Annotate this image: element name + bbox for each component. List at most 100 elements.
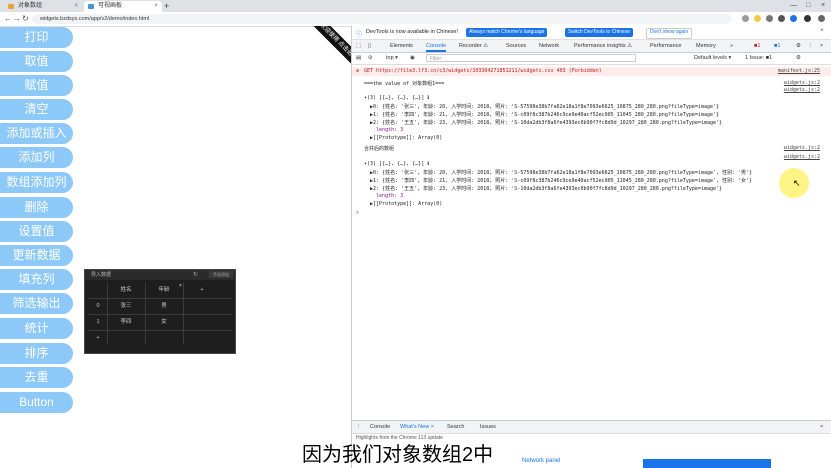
back-icon[interactable]: ← [4, 13, 12, 25]
tab-memory[interactable]: Memory [696, 40, 716, 52]
switch-chinese-button[interactable]: Switch DevTools to Chinese [565, 28, 633, 37]
match-language-button[interactable]: Always match Chrome's language [466, 28, 548, 37]
close-icon[interactable]: × [154, 1, 158, 12]
action-button-4[interactable]: 添加或插入 [0, 123, 73, 144]
minimize-icon[interactable]: — [790, 0, 797, 12]
tab-network[interactable]: Network [539, 40, 559, 52]
gear-icon[interactable]: ⚙ [796, 40, 801, 52]
dont-show-again-button[interactable]: Don't show again [646, 28, 693, 39]
close-icon[interactable]: × [820, 421, 823, 433]
browser-tab-1[interactable]: 对象数组 × [4, 1, 82, 12]
whats-new-link[interactable]: Network panel [522, 458, 560, 464]
action-button-9[interactable]: 更新数据 [0, 245, 73, 266]
eye-icon[interactable]: ◉ [410, 53, 415, 64]
tab-elements[interactable]: Elements [390, 40, 413, 52]
levels-select[interactable]: Default levels ▾ [694, 53, 731, 64]
table-cell[interactable]: 女 [145, 314, 183, 330]
drawer-tab-issues[interactable]: Issues [480, 421, 496, 433]
more-tabs-icon[interactable]: » [730, 40, 733, 52]
column-header[interactable]: 年龄 [145, 282, 183, 298]
action-button-3[interactable]: 清空 [0, 99, 73, 120]
action-button-6[interactable]: 数组添加列 [0, 172, 73, 193]
device-toolbar-icon[interactable]: ▯ [368, 40, 371, 52]
console-prompt[interactable]: > [356, 210, 359, 216]
console-line[interactable]: ▶2: {姓名: '王五', 年龄: 23, 入学时间: 2018, 照片: '… [364, 185, 722, 192]
error-count-badge[interactable]: ■1 [754, 40, 760, 52]
console-line[interactable]: ▶0: {姓名: '张三', 年龄: 20, 入学时间: 2018, 照片: '… [364, 169, 752, 176]
action-button-13[interactable]: 排序 [0, 343, 73, 364]
console-line[interactable]: ▶2: {姓名: '王五', 年龄: 23, 入学时间: 2018, 照片: '… [364, 119, 722, 126]
action-button-10[interactable]: 填充列 [0, 269, 73, 290]
table-cell[interactable]: 李四 [107, 314, 145, 330]
tab-console[interactable]: Console [426, 40, 447, 52]
tab-performance-insights[interactable]: Performance insights ⚠ [574, 40, 632, 52]
tab-performance[interactable]: Performance [650, 40, 682, 52]
action-button-8[interactable]: 设置值 [0, 221, 73, 242]
drawer-tab-console[interactable]: Console [370, 421, 390, 433]
action-button-7[interactable]: 删除 [0, 197, 73, 218]
close-icon[interactable]: × [820, 40, 823, 52]
add-row-button[interactable]: + [89, 330, 107, 346]
puzzle-icon[interactable] [778, 15, 785, 22]
console-line[interactable]: ▶[[Prototype]]: Array(0) [364, 135, 442, 141]
console-line[interactable]: ▾(3) [{…}, {…}, {…}] ℹ [364, 95, 429, 101]
action-button-12[interactable]: 统计 [0, 318, 73, 339]
kebab-menu-icon[interactable]: ⋮ [808, 40, 814, 52]
action-button-11[interactable]: 筛选输出 [0, 293, 73, 314]
issues-badge[interactable]: 1 Issue: ■1 [745, 53, 772, 64]
maximize-icon[interactable]: □ [806, 0, 810, 12]
table-cell[interactable]: 张三 [107, 298, 145, 314]
close-icon[interactable]: × [820, 28, 824, 34]
console-line[interactable]: ▶1: {姓名: '李四', 年龄: 21, 入学时间: 2018, 照片: '… [364, 177, 752, 184]
console-line[interactable]: ▶1: {姓名: '李四', 年龄: 21, 入学时间: 2018, 照片: '… [364, 111, 719, 118]
user-icon[interactable] [804, 15, 811, 22]
issue-count-badge[interactable]: ■1 [774, 40, 780, 52]
action-button-1[interactable]: 取值 [0, 51, 73, 72]
devtools-panel: ⓘ DevTools is now available in Chinese! … [351, 26, 831, 468]
corner-ribbon[interactable]: 欢迎使用 点击进入 [309, 26, 353, 64]
column-header[interactable]: 姓名 [107, 282, 145, 298]
action-button-0[interactable]: 打印 [0, 27, 73, 48]
source-link[interactable]: widgets.js:2 [784, 80, 820, 86]
sidebar-toggle-icon[interactable]: ▤ [356, 53, 361, 64]
action-button-14[interactable]: 去重 [0, 367, 73, 388]
drawer-tab-search[interactable]: Search [447, 421, 464, 433]
profile-avatar[interactable] [790, 15, 797, 22]
browser-tab-2[interactable]: 可视画板 × [84, 1, 162, 12]
url-input[interactable]: widgets.bzdsys.com/app/v2/demo/index.htm… [32, 14, 732, 24]
inspect-icon[interactable]: ⬚ [356, 40, 361, 52]
console-line[interactable]: ▾(3) [{…}, {…}, {…}] ℹ [364, 161, 429, 167]
action-button-2[interactable]: 赋值 [0, 75, 73, 96]
clear-console-icon[interactable]: ⊘ [368, 53, 373, 64]
reload-icon[interactable]: ↻ [22, 13, 29, 25]
close-icon[interactable]: × [74, 1, 78, 12]
source-link[interactable]: widgets.js:2 [784, 87, 820, 93]
new-tab-icon[interactable]: + [164, 0, 169, 12]
action-button-5[interactable]: 添加列 [0, 147, 73, 168]
gear-icon[interactable]: ⚙ [796, 53, 801, 64]
source-link[interactable]: widgets.js:2 [784, 145, 820, 151]
console-line[interactable]: ▶[[Prototype]]: Array(0) [364, 201, 442, 207]
tab-recorder[interactable]: Recorder ⚠ [459, 40, 488, 52]
drawer-tab-whats-new[interactable]: What's New × [400, 421, 434, 433]
console-line[interactable]: ▶0: {姓名: '张三', 年龄: 20, 入学时间: 2018, 照片: '… [364, 103, 719, 110]
star-icon[interactable] [754, 15, 761, 22]
tab-sources[interactable]: Sources [506, 40, 526, 52]
close-icon[interactable]: × [179, 283, 182, 289]
source-link[interactable]: manifest.js:25 [778, 68, 820, 74]
source-link[interactable]: widgets.js:2 [784, 154, 820, 160]
context-select[interactable]: top ▾ [386, 53, 398, 64]
filter-input[interactable]: Filter [426, 54, 636, 62]
devtools-language-infobar: ⓘ DevTools is now available in Chinese! … [352, 26, 831, 40]
forward-icon[interactable]: → [13, 13, 21, 25]
action-button-15[interactable]: Button [0, 392, 73, 413]
table-cell[interactable]: 男 [145, 298, 183, 314]
extension-icon[interactable] [766, 15, 773, 22]
drawer-menu-icon[interactable]: ⋮ [356, 421, 362, 433]
share-icon[interactable] [742, 15, 749, 22]
refresh-icon[interactable]: ↻ [193, 271, 198, 278]
sheet-action-button[interactable]: 手动添加 [209, 271, 233, 278]
menu-icon[interactable] [818, 15, 825, 22]
add-column-button[interactable]: + [183, 282, 221, 298]
close-window-icon[interactable]: × [821, 0, 825, 12]
